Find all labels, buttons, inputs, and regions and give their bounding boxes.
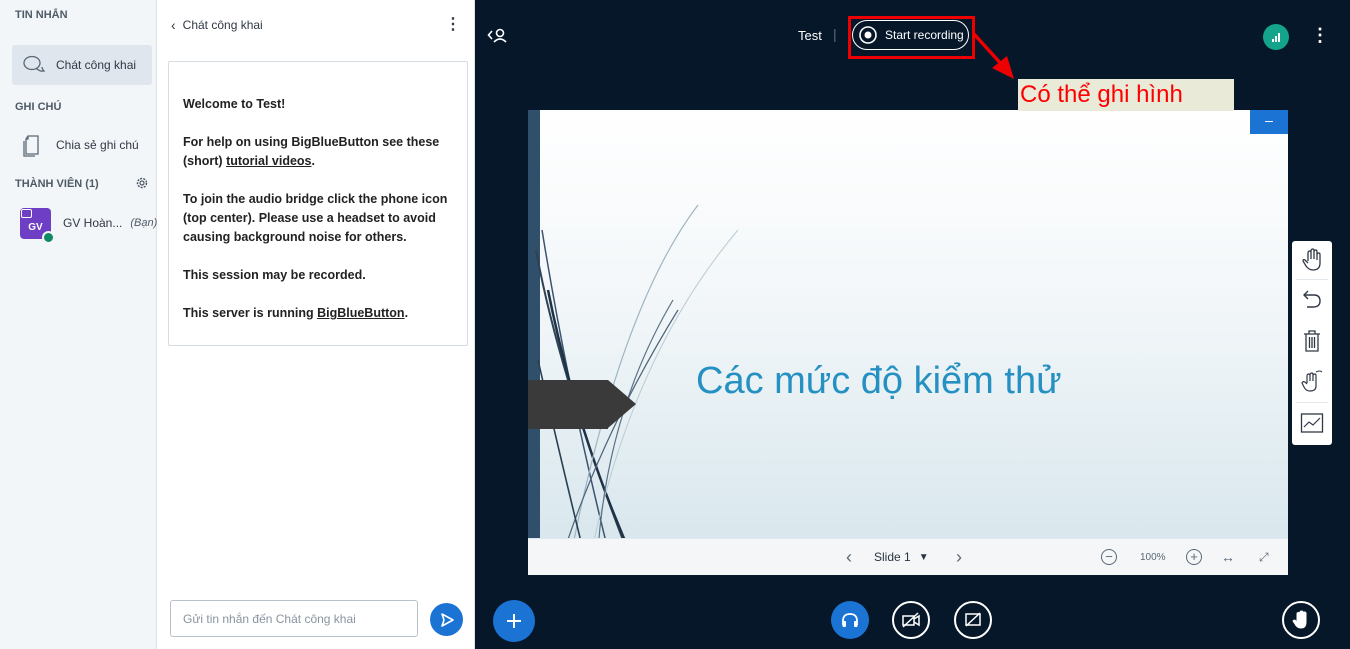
zoom-in-icon[interactable]: + (1186, 549, 1202, 565)
send-button[interactable] (430, 603, 463, 636)
gear-icon[interactable] (135, 176, 149, 190)
presentation-toolbar: ‹ Slide 1 ▼ › − 100% + ↔ ⤢ (528, 538, 1288, 575)
document-icon (23, 135, 39, 157)
user-list-item[interactable]: GV GV Hoàn... (Bạn) (20, 205, 160, 244)
send-icon (440, 612, 454, 627)
tool-divider (1296, 279, 1328, 280)
title-divider: | (833, 26, 837, 42)
avatar-initials: GV (28, 221, 43, 233)
bigbluebutton-link[interactable]: BigBlueButton (317, 306, 404, 320)
help-period: . (311, 154, 315, 168)
slide-curves-graphic (535, 204, 739, 571)
slide-selector[interactable]: Slide 1 ▼ (874, 550, 929, 564)
zoom-out-icon[interactable]: − (1101, 549, 1117, 565)
undo-icon (1303, 290, 1321, 308)
signal-bar (1275, 36, 1277, 42)
hand-icon (1302, 248, 1321, 271)
toggle-userlist-icon[interactable] (487, 27, 509, 45)
raise-hand-button[interactable] (1282, 601, 1320, 639)
welcome-line: Welcome to Test! (183, 97, 286, 111)
next-slide-icon[interactable]: › (956, 547, 962, 568)
trash-icon (1304, 330, 1320, 352)
fullscreen-icon[interactable]: ⤢ (1259, 550, 1269, 565)
chat-title[interactable]: Chát công khai (183, 18, 263, 32)
clear-tool[interactable] (1296, 324, 1328, 358)
user-name: GV Hoàn... (63, 216, 123, 230)
signal-bar (1272, 39, 1274, 42)
actions-button[interactable] (493, 600, 535, 642)
chevron-down-icon: ▼ (918, 551, 929, 563)
chat-header: ‹ Chát công khai ⋮ (157, 0, 475, 50)
chat-panel: ‹ Chát công khai ⋮ Welcome to Test! For … (157, 0, 475, 649)
slide-arrow-tip (608, 380, 636, 428)
headset-icon (42, 230, 55, 244)
slide-selector-label: Slide 1 (874, 550, 911, 564)
fit-width-icon[interactable]: ↔ (1221, 549, 1235, 565)
chevron-left-icon[interactable]: ‹ (171, 17, 176, 33)
whiteboard-toolbar (1292, 241, 1332, 445)
messages-header: TIN NHẮN (15, 9, 68, 21)
recording-notice: This session may be recorded. (183, 268, 366, 282)
undo-tool[interactable] (1296, 282, 1328, 316)
annotation-label: Có thể ghi hình (1018, 79, 1234, 111)
minimize-presentation-button[interactable]: – (1250, 110, 1288, 134)
server-period: . (404, 306, 409, 320)
line-chart-icon (1300, 413, 1324, 433)
zoom-level: 100% (1140, 551, 1166, 563)
connection-status-icon[interactable] (1263, 24, 1289, 50)
welcome-message: Welcome to Test! For help on using BigBl… (168, 61, 468, 346)
camera-off-icon (902, 612, 920, 628)
users-header: THÀNH VIÊN (1) (15, 178, 99, 190)
meeting-title: Test (798, 28, 822, 43)
presenter-icon (21, 208, 32, 218)
sidebar-item-public-chat[interactable]: Chát công khai (12, 45, 152, 85)
headphones-icon (842, 613, 858, 627)
annotation-arrow-icon (972, 32, 1014, 79)
chat-bubbles-icon (23, 55, 46, 72)
chart-tool[interactable] (1296, 406, 1328, 440)
help-line: For help on using BigBlueButton see thes… (183, 133, 453, 171)
audio-bridge-line: To join the audio bridge click the phone… (183, 192, 448, 244)
sidebar-item-label: Chát công khai (56, 58, 137, 72)
sidebar-item-shared-notes[interactable]: Chia sẻ ghi chú (12, 130, 152, 160)
signal-bar (1278, 33, 1280, 42)
you-tag: (Bạn) (130, 217, 158, 229)
screen-share-off-icon (965, 612, 981, 627)
presentation-slide[interactable]: Các mức độ kiểm thử (528, 110, 1288, 575)
chat-message-input[interactable]: Gửi tin nhắn đến Chát công khai (170, 600, 418, 637)
share-webcam-button[interactable] (892, 601, 930, 639)
multi-user-pointer-icon (1301, 370, 1323, 392)
previous-slide-icon[interactable]: ‹ (846, 547, 852, 568)
app-window: TIN NHẮN Chát công khai GHI CHÚ Chia sẻ … (0, 0, 1350, 649)
share-screen-button[interactable] (954, 601, 992, 639)
audio-button[interactable] (831, 601, 869, 639)
recording-highlight-box (848, 16, 975, 59)
multi-user-tool[interactable] (1296, 364, 1328, 398)
notes-header: GHI CHÚ (15, 101, 62, 113)
tool-divider (1296, 402, 1328, 403)
slide-title: Các mức độ kiểm thử (696, 360, 1062, 402)
server-text: This server is running (183, 306, 318, 320)
options-menu-icon[interactable]: ⋮ (1311, 26, 1329, 44)
raise-hand-icon (1292, 610, 1307, 629)
kebab-menu-icon[interactable]: ⋮ (445, 17, 461, 33)
server-line: This server is running BigBlueButton. (183, 304, 453, 323)
plus-icon (507, 614, 521, 628)
sidebar-item-label: Chia sẻ ghi chú (56, 138, 139, 152)
tutorial-videos-link[interactable]: tutorial videos (226, 154, 311, 168)
left-sidebar: TIN NHẮN Chát công khai GHI CHÚ Chia sẻ … (0, 0, 157, 649)
hand-pan-tool[interactable] (1296, 243, 1328, 277)
avatar: GV (20, 207, 55, 244)
slide-arrow-shape (528, 380, 608, 429)
